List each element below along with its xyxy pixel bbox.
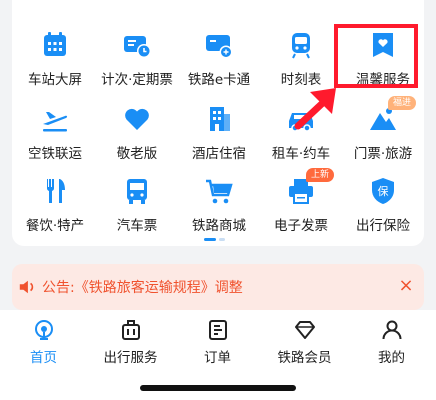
grid-label: 车站大屏	[28, 72, 82, 88]
grid-label: 铁路e卡通	[187, 72, 251, 88]
grid-label: 酒店住宿	[192, 146, 246, 162]
tab-orders[interactable]: 订单	[174, 318, 261, 366]
bottom-tab-bar: 首页 出行服务 订单 铁路会员 我的	[0, 310, 436, 400]
grid-label: 电子发票	[274, 218, 328, 234]
grid-label: 铁路商城	[192, 218, 246, 234]
tab-label: 出行服务	[103, 350, 158, 366]
announcement-text: 公告:《铁路旅客运输规程》调整	[42, 280, 243, 296]
grid-item-hotel[interactable]: 酒店住宿	[178, 94, 260, 164]
grid-item-tickets-travel[interactable]: 福进 门票·旅游	[342, 94, 424, 164]
grid-item-e-card[interactable]: 铁路e卡通	[178, 20, 260, 90]
grid-badge: 上新	[305, 168, 334, 182]
home-icon	[34, 320, 53, 340]
grid-item-timetable[interactable]: 时刻表	[260, 20, 342, 90]
grid-item-rail-mall[interactable]: 铁路商城	[178, 166, 260, 236]
home-indicator	[140, 385, 296, 391]
grid-label: 敬老版	[116, 146, 158, 162]
heart-icon	[120, 102, 154, 136]
tab-label: 我的	[378, 350, 405, 366]
ticket-calendar-icon	[120, 28, 154, 62]
grid-label: 出行保险	[356, 218, 410, 234]
tab-label: 首页	[30, 350, 57, 366]
insurance-shield-icon: 保	[366, 174, 400, 208]
tab-home[interactable]: 首页	[0, 318, 87, 366]
grid-label: 空铁联运	[28, 146, 82, 162]
grid-badge: 福进	[387, 96, 416, 110]
grid-item-station-screen[interactable]: 车站大屏	[14, 20, 96, 90]
train-icon	[284, 28, 318, 62]
page-indicator	[204, 238, 225, 241]
fork-knife-icon	[38, 174, 72, 208]
grid-label: 门票·旅游	[353, 146, 413, 162]
luggage-icon	[121, 320, 140, 340]
grid-item-e-invoice[interactable]: 上新 电子发票	[260, 166, 342, 236]
close-icon[interactable]: ×	[396, 275, 416, 296]
tab-me[interactable]: 我的	[348, 318, 435, 366]
speaker-icon	[18, 277, 38, 297]
hotel-icon	[202, 102, 236, 136]
grid-label: 汽车票	[116, 218, 158, 234]
grid-label: 计次·定期票	[101, 72, 173, 88]
e-card-icon	[202, 28, 236, 62]
grid-item-bus-ticket[interactable]: 汽车票	[96, 166, 178, 236]
grid-item-insurance[interactable]: 保 出行保险	[342, 166, 424, 236]
grid-item-ticket-calendar[interactable]: 计次·定期票	[96, 20, 178, 90]
grid-label: 时刻表	[280, 72, 322, 88]
bus-icon	[120, 174, 154, 208]
tab-label: 铁路会员	[277, 350, 332, 366]
tab-label: 订单	[204, 350, 231, 366]
cart-icon	[202, 174, 236, 208]
station-screen-icon	[38, 28, 72, 62]
grid-label: 租车·约车	[271, 146, 331, 162]
user-icon	[382, 320, 401, 340]
grid-label: 餐饮·特产	[25, 218, 85, 234]
highlight-box	[334, 24, 418, 88]
arrow-pointer-icon	[294, 88, 336, 130]
diamond-icon	[294, 321, 315, 339]
tab-membership[interactable]: 铁路会员	[261, 318, 348, 366]
tab-travel-service[interactable]: 出行服务	[87, 318, 174, 366]
grid-item-air-rail[interactable]: 空铁联运	[14, 94, 96, 164]
grid-item-food[interactable]: 餐饮·特产	[14, 166, 96, 236]
announcement-bar[interactable]: 公告:《铁路旅客运输规程》调整 ×	[12, 264, 424, 310]
grid-item-elderly-mode[interactable]: 敬老版	[96, 94, 178, 164]
insurance-icon-text: 保	[378, 184, 389, 198]
order-icon	[208, 320, 227, 340]
airplane-icon	[38, 102, 72, 136]
